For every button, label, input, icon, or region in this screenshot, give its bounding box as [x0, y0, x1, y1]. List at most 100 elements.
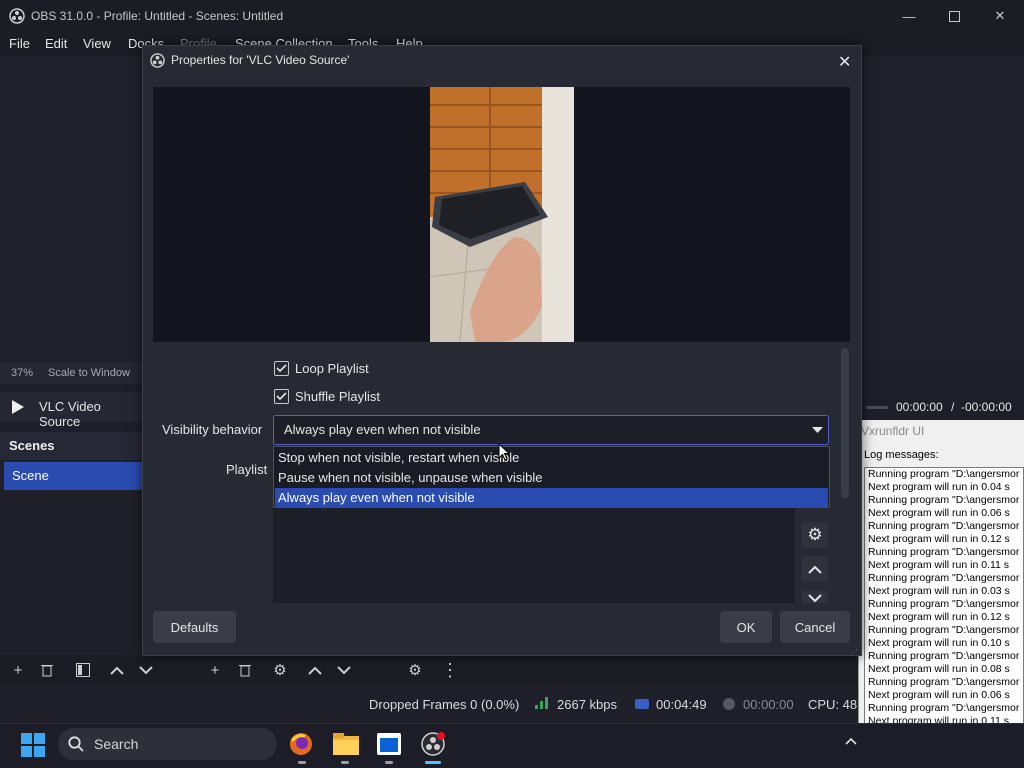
chevron-down-icon	[808, 594, 822, 603]
loop-playlist-label[interactable]: Loop Playlist	[295, 361, 369, 376]
preview-status-bar: 37% Scale to Window	[0, 362, 145, 384]
taskbar-search[interactable]: Search	[58, 728, 277, 760]
log-line: Running program "D:\angersmor	[868, 650, 1020, 662]
scene-list-item[interactable]: Scene	[4, 462, 145, 490]
main-window-title: OBS 31.0.0 - Profile: Untitled - Scenes:…	[31, 9, 284, 23]
tray-chevron-up-icon[interactable]	[845, 737, 857, 745]
obs-icon[interactable]	[421, 732, 445, 756]
log-messages-label: Log messages:	[864, 449, 939, 461]
media-seek-bar[interactable]	[866, 406, 888, 409]
log-line: Next program will run in 0.11 s	[868, 559, 1010, 571]
log-line: Next program will run in 0.10 s	[868, 637, 1010, 649]
signal-bars-icon	[535, 697, 549, 709]
ok-button[interactable]: OK	[720, 611, 772, 643]
visibility-behavior-select[interactable]: Always play even when not visible	[273, 415, 829, 445]
move-scene-down-icon[interactable]	[135, 660, 157, 680]
obs-logo-icon	[9, 8, 25, 24]
search-label: Search	[94, 736, 139, 752]
source-properties-icon[interactable]: ⚙	[269, 660, 291, 680]
log-line: Next program will run in 0.12 s	[868, 611, 1010, 623]
stream-status-icon	[635, 698, 649, 710]
option-stop-when-not-visible[interactable]: Stop when not visible, restart when visi…	[275, 448, 828, 468]
firefox-icon[interactable]	[289, 732, 313, 756]
check-icon	[276, 364, 287, 373]
close-dialog-icon[interactable]: ✕	[838, 52, 851, 72]
preview-scale-mode[interactable]: Scale to Window	[48, 367, 130, 379]
windows-start-icon[interactable]	[21, 733, 45, 757]
audio-settings-icon[interactable]: ⚙	[404, 660, 426, 680]
log-line: Running program "D:\angersmor	[868, 676, 1020, 688]
vxrunfldr-title: Vxrunfldr UI	[861, 424, 925, 438]
dropdown-arrow-icon	[812, 427, 823, 433]
remove-scene-icon[interactable]	[36, 660, 58, 680]
shuffle-playlist-label[interactable]: Shuffle Playlist	[295, 389, 380, 404]
log-line: Next program will run in 0.03 s	[868, 585, 1010, 597]
log-line: Next program will run in 0.12 s	[868, 533, 1010, 545]
record-time: 00:00:00	[743, 697, 794, 712]
record-status-icon	[722, 697, 736, 711]
video-frame-image	[430, 87, 574, 342]
obs-logo-icon	[150, 53, 165, 68]
resize-grip-icon[interactable]: ⋰	[850, 648, 858, 657]
media-separator: /	[951, 400, 955, 414]
log-line: Next program will run in 0.04 s	[868, 481, 1010, 493]
audio-menu-icon[interactable]: ⋮	[439, 660, 461, 680]
store-running-indicator	[385, 761, 393, 764]
preview-zoom: 37%	[11, 367, 34, 379]
play-icon[interactable]	[11, 399, 25, 415]
playlist-move-up-button[interactable]	[802, 556, 828, 582]
playlist-label: Playlist	[226, 462, 268, 477]
properties-scrollbar[interactable]	[841, 348, 849, 498]
playlist-settings-button[interactable]: ⚙	[802, 522, 828, 548]
playlist-list[interactable]	[273, 508, 795, 603]
log-line: Next program will run in 0.06 s	[868, 689, 1010, 701]
playlist-move-down-button[interactable]	[802, 590, 828, 603]
media-elapsed: 00:00:00	[896, 400, 943, 414]
cancel-button[interactable]: Cancel	[780, 611, 850, 643]
media-source-name: VLC Video Source	[39, 399, 101, 429]
store-icon[interactable]	[377, 733, 401, 755]
remove-source-icon[interactable]	[234, 660, 256, 680]
shuffle-playlist-checkbox[interactable]	[274, 389, 289, 404]
move-scene-up-icon[interactable]	[106, 660, 128, 680]
explorer-running-indicator	[341, 761, 349, 764]
log-line: Next program will run in 0.06 s	[868, 507, 1010, 519]
log-line: Running program "D:\angersmor	[868, 598, 1020, 610]
defaults-button[interactable]: Defaults	[153, 611, 236, 643]
move-source-up-icon[interactable]	[304, 660, 326, 680]
scenes-dock-header: Scenes	[0, 432, 145, 460]
main-titlebar: OBS 31.0.0 - Profile: Untitled - Scenes:…	[0, 0, 1024, 32]
dialog-title: Properties for 'VLC Video Source'	[171, 53, 350, 67]
dropped-frames: Dropped Frames 0 (0.0%)	[369, 697, 520, 712]
loop-playlist-checkbox[interactable]	[274, 361, 289, 376]
log-line: Running program "D:\angersmor	[868, 546, 1020, 558]
scene-filters-icon[interactable]	[72, 660, 94, 680]
stream-time: 00:04:49	[656, 697, 707, 712]
option-always-play[interactable]: Always play even when not visible	[275, 488, 828, 508]
check-icon	[276, 392, 287, 401]
firefox-running-indicator	[298, 761, 306, 764]
add-source-icon[interactable]: +	[204, 660, 226, 680]
log-line: Running program "D:\angersmor	[868, 520, 1020, 532]
bitrate: 2667 kbps	[557, 697, 617, 712]
maximize-icon[interactable]	[931, 0, 977, 32]
add-scene-icon[interactable]: +	[7, 660, 29, 680]
file-explorer-icon[interactable]	[333, 733, 359, 755]
close-window-icon[interactable]: ✕	[977, 0, 1023, 32]
menu-view[interactable]: View	[83, 36, 111, 51]
log-line: Running program "D:\angersmor	[868, 494, 1020, 506]
gear-icon: ⚙	[807, 525, 823, 544]
visibility-selected-value: Always play even when not visible	[284, 422, 481, 437]
menu-edit[interactable]: Edit	[45, 36, 67, 51]
obs-active-indicator	[425, 761, 441, 764]
log-line: Running program "D:\angersmor	[868, 572, 1020, 584]
visibility-behavior-label: Visibility behavior	[162, 422, 263, 437]
cpu-usage: CPU: 48.	[808, 697, 861, 712]
minimize-icon[interactable]: —	[886, 0, 932, 32]
menu-file[interactable]: File	[9, 36, 30, 51]
option-pause-when-not-visible[interactable]: Pause when not visible, unpause when vis…	[275, 468, 828, 488]
move-source-down-icon[interactable]	[333, 660, 355, 680]
chevron-up-icon	[808, 565, 822, 574]
media-controls: VLC Video Source	[0, 392, 145, 429]
mouse-cursor-icon	[498, 443, 510, 461]
